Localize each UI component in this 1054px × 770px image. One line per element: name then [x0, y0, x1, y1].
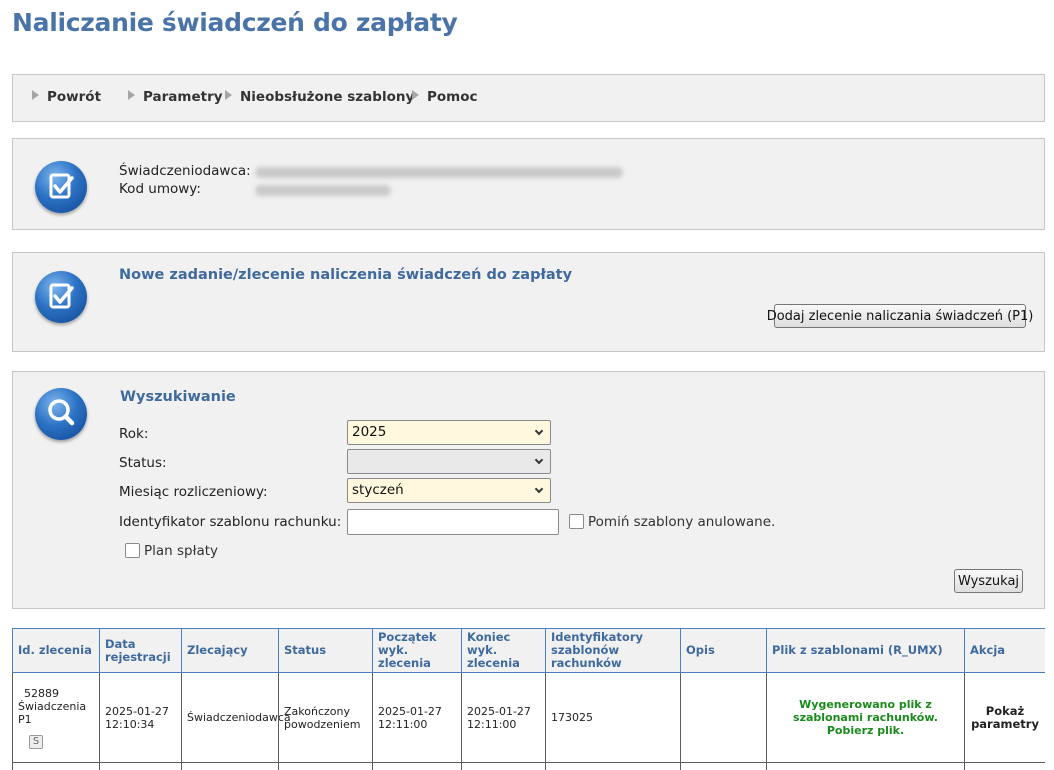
payment-plan-label: Plan spłaty	[144, 543, 219, 559]
table-row: 52889 Świadczenia P1 S 2025-01-27 12:10:…	[12, 672, 1045, 763]
col-file-header[interactable]: Plik z szablonami (R_UMX)	[766, 628, 965, 673]
arrow-right-icon	[32, 90, 39, 100]
col-requester-header[interactable]: Zlecający	[181, 628, 279, 673]
year-select-value: 2025	[352, 424, 387, 440]
order-id: 52889	[24, 686, 59, 700]
payment-plan-checkbox[interactable]	[125, 543, 140, 558]
chevron-down-icon	[534, 455, 544, 465]
col-id-header[interactable]: Id. zlecenia	[12, 628, 100, 673]
chevron-down-icon	[534, 426, 544, 436]
contract-code-label: Kod umowy:	[119, 181, 201, 197]
table-header-row: Id. zlecenia Data rejestracji Zlecający …	[12, 628, 1045, 673]
cell-action: Pokaż parametry	[964, 672, 1045, 763]
col-description-header[interactable]: Opis	[680, 628, 767, 673]
contract-code-value-redacted	[255, 185, 391, 196]
arrow-right-icon	[128, 90, 135, 100]
year-label: Rok:	[119, 426, 149, 442]
nav-bar: Powrót Parametry Nieobsłużone szablony P…	[12, 74, 1045, 122]
checklist-icon	[35, 271, 87, 323]
nav-back[interactable]: Powrót	[32, 89, 101, 105]
month-select-value: styczeń	[352, 482, 404, 498]
col-template-ids-header[interactable]: Identyfikatory szablonów rachunków	[545, 628, 681, 673]
table-row-partial	[12, 762, 1045, 770]
nav-unhandled-templates[interactable]: Nieobsłużone szablony	[225, 89, 414, 105]
order-type-badge: S	[29, 734, 43, 749]
reg-time: 12:10:34	[105, 717, 155, 731]
col-end-header[interactable]: Koniec wyk. zlecenia	[461, 628, 546, 673]
skip-cancelled-checkbox[interactable]	[569, 514, 584, 529]
cell-status: Zakończony powodzeniem	[278, 672, 373, 763]
template-id-label: Identyfikator szablonu rachunku:	[119, 514, 342, 530]
nav-parameters[interactable]: Parametry	[128, 89, 223, 105]
arrow-right-icon	[412, 90, 419, 100]
nav-back-label: Powrót	[47, 89, 102, 105]
skip-cancelled-label: Pomiń szablony anulowane.	[588, 514, 776, 530]
download-file-link[interactable]: Wygenerowano plik z szablonami rachunków…	[772, 698, 959, 737]
new-task-title: Nowe zadanie/zlecenie naliczenia świadcz…	[119, 267, 573, 283]
search-button[interactable]: Wyszukaj	[954, 569, 1023, 593]
col-start-header[interactable]: Początek wyk. zlecenia	[372, 628, 462, 673]
provider-label: Świadczeniodawca:	[119, 163, 251, 179]
new-task-panel: Nowe zadanie/zlecenie naliczenia świadcz…	[12, 252, 1045, 352]
results-table: Id. zlecenia Data rejestracji Zlecający …	[12, 628, 1045, 770]
order-type: Świadczenia P1	[18, 699, 87, 726]
status-label: Status:	[119, 455, 167, 471]
start-time: 12:11:00	[378, 717, 428, 731]
add-order-button[interactable]: Dodaj zlecenie naliczania świadczeń (P1)	[767, 304, 1033, 328]
search-title: Wyszukiwanie	[120, 389, 236, 405]
provider-value-redacted	[255, 167, 623, 178]
status-select[interactable]	[347, 449, 551, 474]
month-select[interactable]: styczeń	[347, 478, 551, 503]
cell-start: 2025-01-27 12:11:00	[372, 672, 462, 763]
nav-help-label: Pomoc	[427, 89, 478, 105]
show-parameters-link[interactable]: Pokaż parametry	[970, 704, 1040, 731]
year-select[interactable]: 2025	[347, 420, 551, 445]
checklist-icon	[35, 161, 87, 213]
template-id-input[interactable]	[347, 509, 559, 535]
nav-parameters-label: Parametry	[143, 89, 223, 105]
nav-help[interactable]: Pomoc	[412, 89, 478, 105]
reg-date: 2025-01-27	[105, 704, 169, 718]
chevron-down-icon	[534, 484, 544, 494]
page-title: Naliczanie świadczeń do zapłaty	[12, 8, 458, 37]
search-panel: Wyszukiwanie Rok: 2025 Status: Miesiąc r…	[12, 371, 1045, 609]
end-date: 2025-01-27	[467, 704, 531, 718]
col-reg-date-header[interactable]: Data rejestracji	[99, 628, 182, 673]
col-action-header: Akcja	[964, 628, 1045, 673]
end-time: 12:11:00	[467, 717, 517, 731]
month-label: Miesiąc rozliczeniowy:	[119, 484, 268, 500]
cell-description	[680, 672, 767, 763]
cell-id: 52889 Świadczenia P1 S	[12, 672, 100, 763]
cell-end: 2025-01-27 12:11:00	[461, 672, 546, 763]
provider-info-panel: Świadczeniodawca: Kod umowy:	[12, 138, 1045, 230]
nav-unhandled-templates-label: Nieobsłużone szablony	[240, 89, 415, 105]
cell-requester: Świadczeniodawca	[181, 672, 291, 763]
search-icon	[35, 388, 87, 440]
cell-reg-date: 2025-01-27 12:10:34	[99, 672, 182, 763]
arrow-right-icon	[225, 90, 232, 100]
cell-file: Wygenerowano plik z szablonami rachunków…	[766, 672, 965, 763]
start-date: 2025-01-27	[378, 704, 442, 718]
col-status-header[interactable]: Status	[278, 628, 373, 673]
cell-template-ids: 173025	[545, 672, 681, 763]
